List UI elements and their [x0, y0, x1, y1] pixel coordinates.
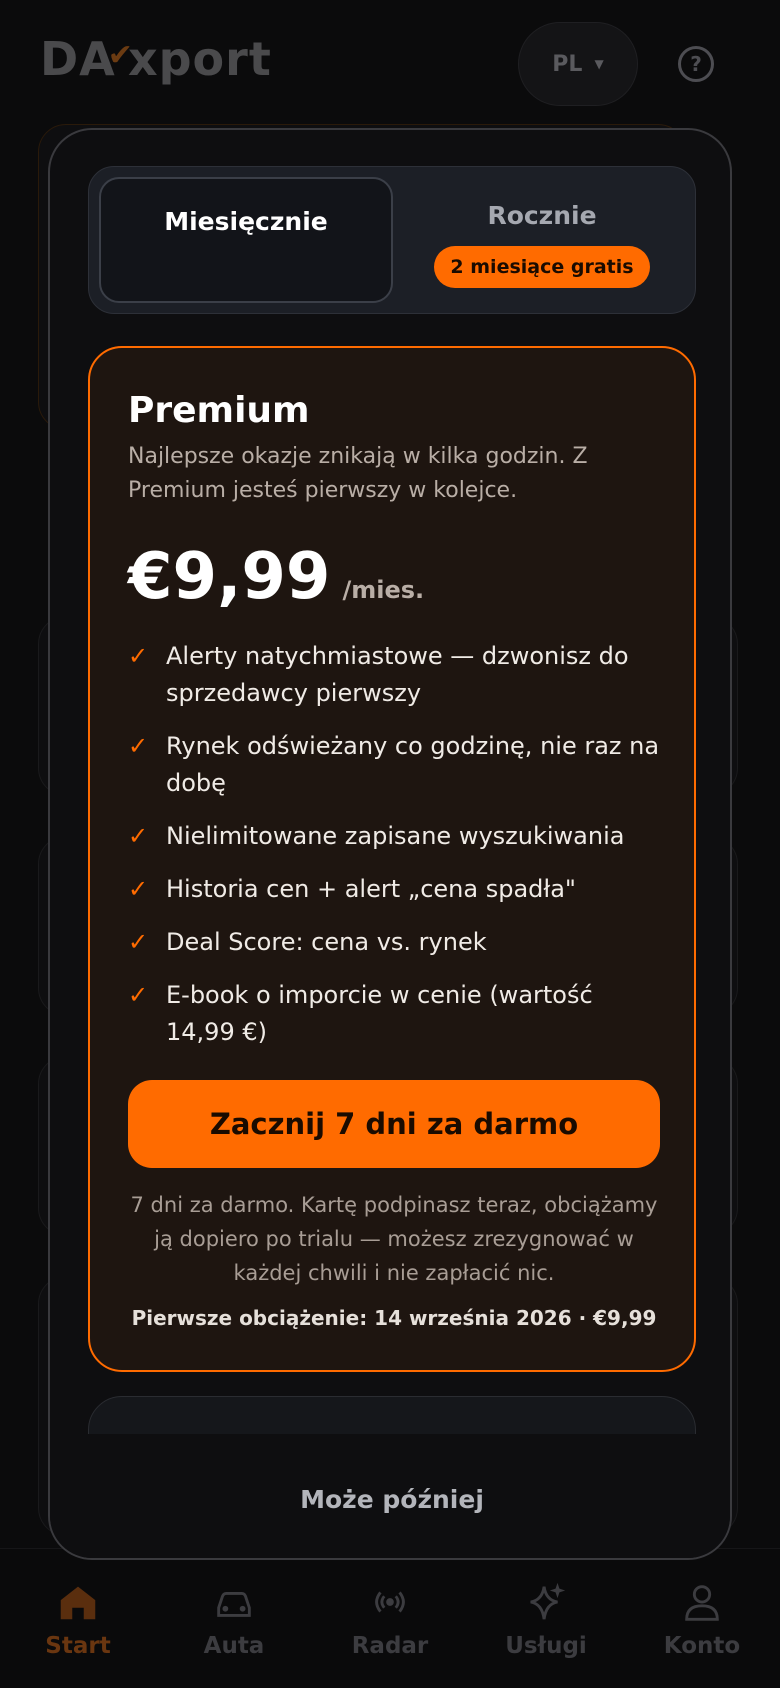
billing-option-yearly[interactable]: Rocznie 2 miesiące gratis — [397, 177, 687, 303]
nav-item-start[interactable]: Start — [13, 1579, 143, 1688]
check-icon: ✓ — [128, 642, 149, 670]
nav-label: Usługi — [505, 1633, 587, 1659]
first-charge-info: Pierwsze obciążenie: 14 września 2026 · … — [131, 1306, 657, 1330]
free-months-badge: 2 miesiące gratis — [434, 246, 650, 288]
feature-item: ✓ Nielimitowane zapisane wyszukiwania — [128, 818, 668, 855]
language-selector[interactable]: PL ▼ — [518, 22, 638, 106]
billing-option-monthly[interactable]: Miesięcznie — [99, 177, 393, 303]
nav-label: Start — [45, 1633, 111, 1659]
nav-label: Konto — [663, 1633, 741, 1659]
app-logo: DA✔xport — [40, 32, 272, 86]
maybe-later-button[interactable]: Może później — [300, 1485, 484, 1514]
car-icon — [217, 1591, 251, 1617]
check-icon: ✓ — [128, 981, 149, 1009]
billing-option-label: Miesięcznie — [164, 207, 328, 236]
subscription-modal: Miesięcznie Rocznie 2 miesiące gratis Pr… — [48, 128, 732, 1560]
nav-item-radar[interactable]: Radar — [325, 1579, 455, 1688]
user-icon — [685, 1585, 719, 1621]
billing-period-toggle: Miesięcznie Rocznie 2 miesiące gratis — [88, 166, 696, 314]
check-icon: ✓ — [128, 875, 149, 903]
check-logo-icon: ✔ — [107, 38, 134, 73]
feature-item: ✓ Alerty natychmiastowe — dzwonisz do spr… — [128, 638, 668, 712]
check-icon: ✓ — [128, 732, 149, 760]
feature-item: ✓ E-book o imporcie w cenie (wartość 14,9… — [128, 977, 668, 1051]
plan-title: Premium — [128, 390, 310, 431]
caret-down-icon: ▼ — [594, 57, 604, 71]
nav-label: Radar — [351, 1633, 429, 1659]
sparkle-icon — [530, 1582, 566, 1620]
billing-option-label: Rocznie — [487, 201, 597, 230]
modal-footer: Może później — [50, 1434, 730, 1558]
top-bar: DA✔xport PL ▼ ? — [0, 0, 780, 120]
price-period: /mies. — [342, 576, 425, 604]
feature-list: ✓ Alerty natychmiastowe — dzwonisz do spr… — [128, 638, 668, 1067]
start-trial-button[interactable]: Zacznij 7 dni za darmo — [128, 1080, 660, 1168]
nav-item-konto[interactable]: Konto — [637, 1579, 767, 1688]
plan-description: Najlepsze okazje znikają w kilka godzin.… — [128, 444, 588, 503]
nav-item-uslugi[interactable]: Usługi — [481, 1579, 611, 1688]
language-label: PL — [552, 51, 583, 77]
help-icon[interactable]: ? — [678, 46, 714, 82]
check-icon: ✓ — [128, 928, 149, 956]
bottom-nav: Start Auta Radar Usługi Konto — [0, 1548, 780, 1688]
check-icon: ✓ — [128, 822, 149, 850]
plan-price: €9,99 /mies. — [128, 540, 424, 614]
price-amount: €9,99 — [128, 540, 331, 614]
nav-label: Auta — [203, 1633, 265, 1659]
radar-icon — [375, 1591, 405, 1613]
trial-note: 7 dni za darmo. Kartę podpinasz teraz, o… — [130, 1193, 658, 1285]
feature-item: ✓ Rynek odświeżany co godzinę, nie raz na… — [128, 728, 668, 802]
premium-plan-card: Premium Najlepsze okazje znikają w kilka… — [88, 346, 696, 1372]
nav-item-auta[interactable]: Auta — [169, 1579, 299, 1688]
feature-item: ✓ Historia cen + alert „cena spadła" — [128, 871, 668, 908]
feature-item: ✓ Deal Score: cena vs. rynek — [128, 924, 668, 961]
home-icon — [60, 1586, 96, 1620]
